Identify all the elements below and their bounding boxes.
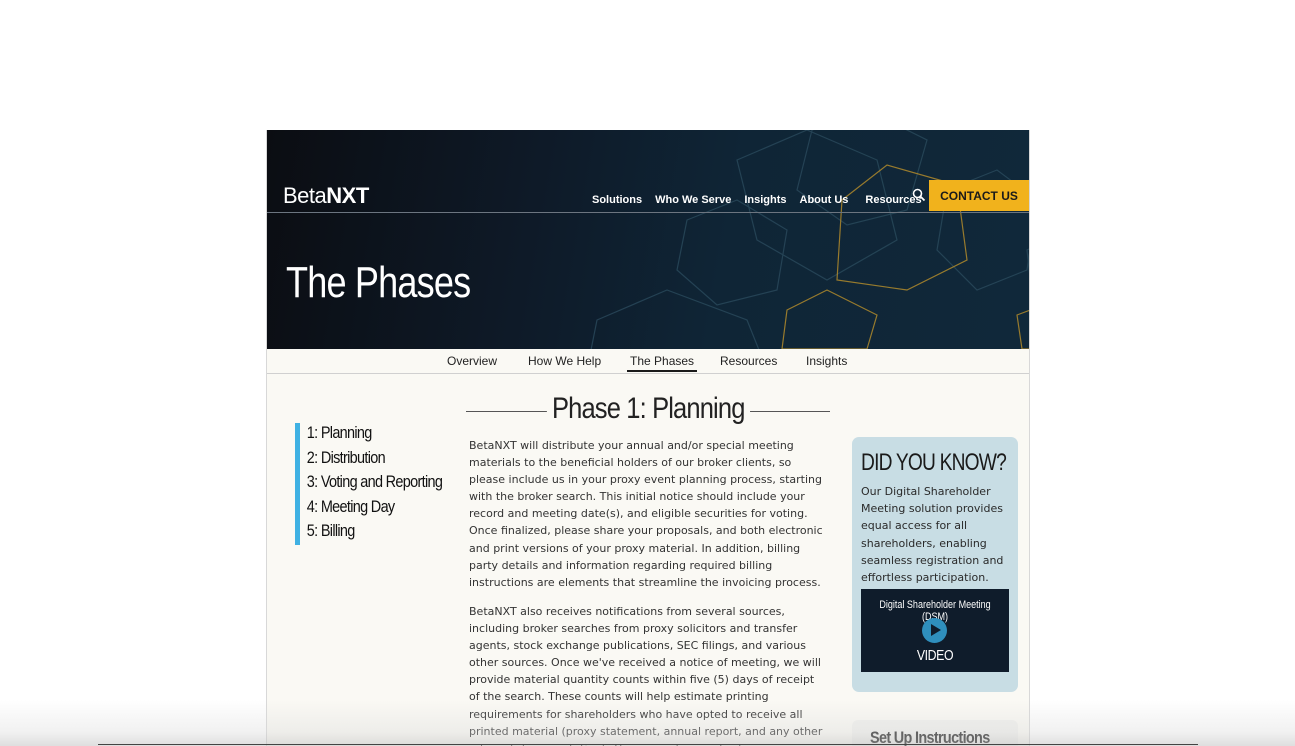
sidebar-item-meeting-day[interactable]: 4: Meeting Day [300, 497, 419, 522]
did-you-know-text: Our Digital Shareholder Meeting solution… [861, 485, 1004, 585]
dsm-video-thumbnail[interactable]: Digital Shareholder Meeting (DSM) VIDEO [861, 589, 1009, 672]
search-icon[interactable] [912, 188, 926, 202]
play-icon[interactable] [922, 618, 947, 643]
top-navigation: BetaNXT Solutions Who We Serve Insights … [267, 130, 1029, 213]
bottom-divider [98, 744, 1198, 745]
phase-title: Phase 1: Planning [466, 392, 830, 426]
paragraph-2: BetaNXT also receives notifications from… [469, 605, 823, 746]
video-label: VIDEO [916, 647, 954, 664]
tab-how-we-help[interactable]: How We Help [528, 354, 601, 368]
phase-sidebar: 1: Planning 2: Distribution 3: Voting an… [295, 423, 443, 546]
webpage-frame: BetaNXT Solutions Who We Serve Insights … [266, 130, 1030, 746]
nav-who-we-serve[interactable]: Who We Serve [655, 194, 731, 206]
section-tabs: Overview How We Help The Phases Resource… [267, 349, 1029, 374]
sidebar-item-planning[interactable]: 1: Planning [300, 423, 419, 448]
betanxt-logo[interactable]: BetaNXT [283, 183, 369, 209]
main-nav: Solutions Who We Serve Insights About Us… [592, 194, 935, 206]
tab-the-phases[interactable]: The Phases [627, 354, 698, 372]
nav-insights[interactable]: Insights [744, 194, 786, 206]
hero-banner: BetaNXT Solutions Who We Serve Insights … [267, 130, 1029, 349]
sidebar-item-billing[interactable]: 5: Billing [300, 521, 419, 546]
paragraph-1: BetaNXT will distribute your annual and/… [469, 439, 823, 589]
did-you-know-card: DID YOU KNOW? Our Digital Shareholder Me… [852, 437, 1018, 692]
did-you-know-title: DID YOU KNOW? [861, 449, 1007, 476]
tab-overview[interactable]: Overview [447, 354, 497, 368]
nav-solutions[interactable]: Solutions [592, 194, 642, 206]
tab-resources[interactable]: Resources [720, 354, 777, 368]
contact-us-button[interactable]: CONTACT US [929, 180, 1029, 211]
sidebar-item-voting-reporting[interactable]: 3: Voting and Reporting [300, 472, 443, 497]
setup-instructions-card[interactable]: Set Up Instructions [852, 720, 1018, 746]
tab-insights[interactable]: Insights [806, 354, 847, 368]
phase-heading: Phase 1: Planning [466, 392, 830, 432]
nav-about-us[interactable]: About Us [800, 194, 849, 206]
sidebar-item-distribution[interactable]: 2: Distribution [300, 448, 419, 473]
page-title: The Phases [286, 258, 471, 307]
